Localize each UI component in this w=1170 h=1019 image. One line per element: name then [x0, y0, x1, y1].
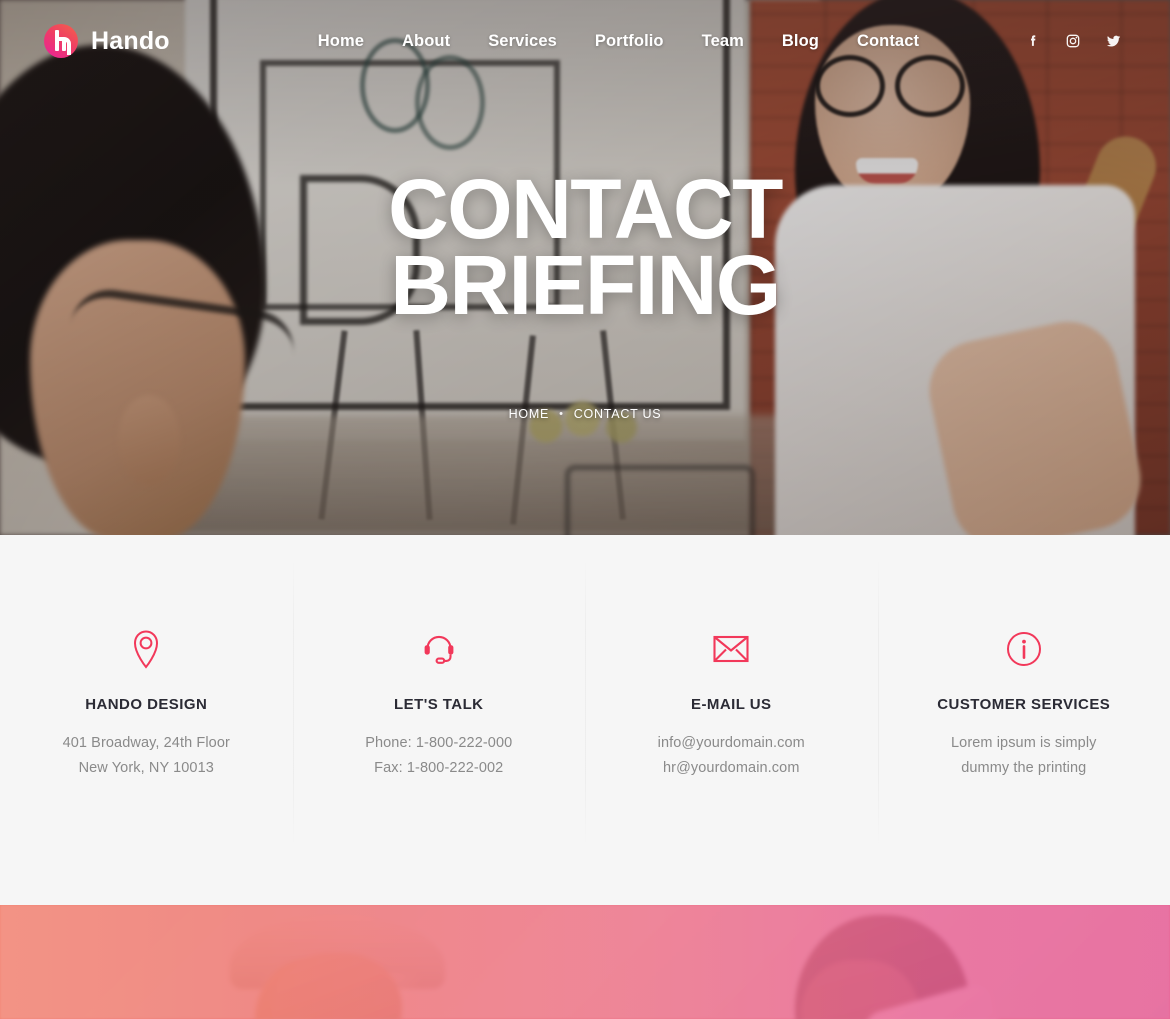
contact-card-email: E-MAIL US info@yourdomain.com hr@yourdom… [585, 535, 878, 847]
facebook-icon[interactable] [1025, 33, 1041, 49]
gradient-photo-banner [0, 905, 1170, 1019]
site-header: Hando Home About Services Portfolio Team… [0, 0, 1170, 82]
brand-name: Hando [91, 26, 170, 55]
info-circle-icon [878, 628, 1170, 670]
nav-item-team[interactable]: Team [702, 32, 744, 51]
breadcrumb-separator: • [559, 408, 564, 421]
page-title-line-1: CONTACT [388, 162, 783, 256]
contact-card-phone: LET'S TALK Phone: 1-800-222-000 Fax: 1-8… [292, 535, 586, 847]
card-line-2: Fax: 1-800-222-002 [374, 760, 504, 776]
card-title: CUSTOMER SERVICES [937, 696, 1111, 713]
card-line-2: dummy the printing [961, 760, 1087, 776]
contact-card-address: HANDO DESIGN 401 Broadway, 24th Floor Ne… [0, 535, 293, 781]
instagram-icon[interactable] [1065, 33, 1081, 49]
social-links [1025, 33, 1140, 49]
breadcrumb: HOME • CONTACT US [509, 407, 662, 421]
card-line-1: 401 Broadway, 24th Floor [62, 735, 230, 751]
brand-logo[interactable]: Hando [44, 24, 170, 58]
nav-item-contact[interactable]: Contact [857, 32, 919, 51]
nav-item-home[interactable]: Home [318, 32, 364, 51]
banner-gradient-overlay [0, 905, 1170, 1019]
page-title-line-2: BRIEFING [390, 237, 781, 332]
card-line-2: New York, NY 10013 [78, 760, 214, 776]
contact-info-section: HANDO DESIGN 401 Broadway, 24th Floor Ne… [0, 535, 1170, 905]
breadcrumb-current: CONTACT US [573, 407, 662, 422]
hero-banner: Hando Home About Services Portfolio Team… [0, 0, 1170, 535]
nav-item-blog[interactable]: Blog [782, 32, 819, 51]
card-line-1: info@yourdomain.com [657, 735, 805, 751]
page-title: CONTACT BRIEFING [388, 162, 783, 332]
card-title: HANDO DESIGN [85, 696, 208, 713]
card-title: E-MAIL US [691, 696, 772, 713]
hando-logo-icon [44, 24, 78, 58]
breadcrumb-home[interactable]: HOME [509, 407, 550, 421]
nav-item-portfolio[interactable]: Portfolio [595, 32, 664, 51]
card-title: LET'S TALK [394, 696, 484, 713]
card-line-1: Lorem ipsum is simply [950, 735, 1097, 751]
card-line-1: Phone: 1-800-222-000 [365, 735, 513, 751]
envelope-icon [585, 628, 878, 670]
card-line-2: hr@yourdomain.com [663, 760, 800, 776]
main-navigation: Home About Services Portfolio Team Blog … [318, 32, 919, 51]
contact-card-customer-services: CUSTOMER SERVICES Lorem ipsum is simply … [877, 535, 1170, 847]
headset-icon [293, 628, 586, 670]
location-pin-icon [0, 628, 293, 670]
nav-item-about[interactable]: About [402, 32, 450, 51]
nav-item-services[interactable]: Services [488, 32, 557, 51]
twitter-icon[interactable] [1105, 33, 1122, 49]
